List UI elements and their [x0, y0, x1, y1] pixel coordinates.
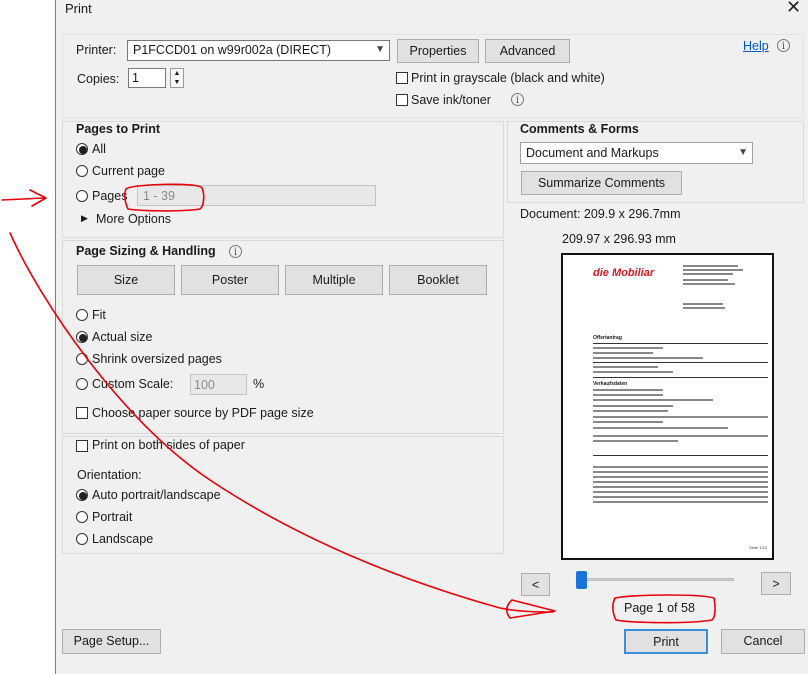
curve-to-page-count: [9, 232, 554, 613]
pages-field-highlight: [123, 183, 205, 212]
arrow-to-pages: [1, 189, 47, 207]
arrow-head-page-count: [506, 599, 556, 619]
annotation-overlay: [1, 183, 716, 624]
page-count-highlight: [612, 594, 716, 624]
